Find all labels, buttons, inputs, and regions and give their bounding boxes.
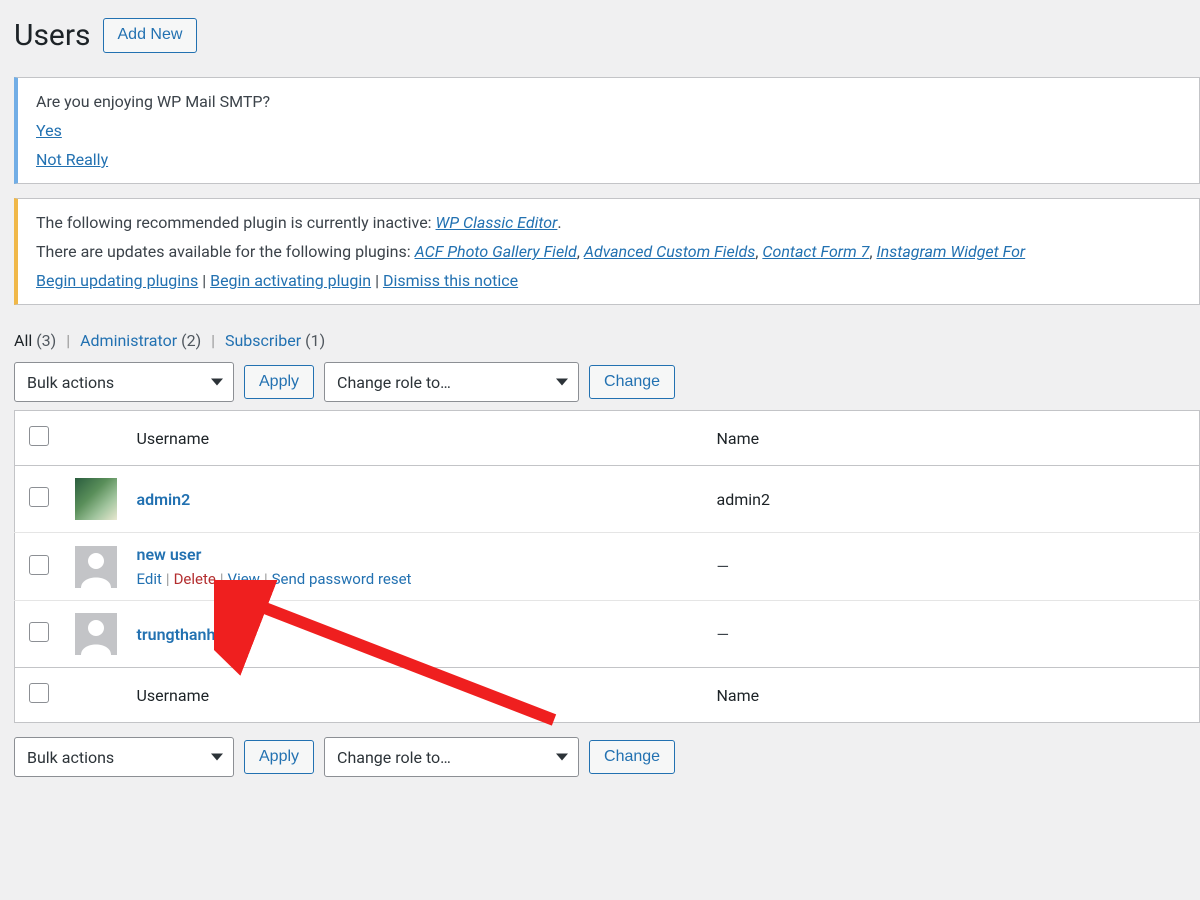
change-role-select[interactable]: Change role to… [324, 362, 579, 402]
select-all-checkbox[interactable] [29, 426, 49, 446]
change-role-value: Change role to… [337, 373, 451, 392]
select-all-checkbox-footer[interactable] [29, 683, 49, 703]
separator: | [162, 570, 174, 588]
row-checkbox[interactable] [29, 487, 49, 507]
filter-all-count: (3) [36, 331, 56, 350]
name-cell: admin2 [707, 466, 1200, 533]
change-role-select-bottom[interactable]: Change role to… [324, 737, 579, 777]
notice-smtp: Are you enjoying WP Mail SMTP? Yes Not R… [14, 77, 1200, 184]
chevron-down-icon [211, 754, 223, 761]
avatar [75, 546, 117, 588]
person-icon [75, 546, 117, 588]
page-title: Users [14, 18, 91, 53]
send-password-reset-link[interactable]: Send password reset [272, 570, 412, 588]
separator: | [60, 331, 76, 350]
plugin-update-link[interactable]: Contact Form 7 [762, 242, 869, 261]
users-table: Username Name admin2 admin2 new user [14, 410, 1200, 723]
dismiss-notice-link[interactable]: Dismiss this notice [383, 271, 518, 290]
plugin-update-link[interactable]: ACF Photo Gallery Field [415, 242, 577, 261]
separator: | [216, 570, 228, 588]
delete-link[interactable]: Delete [174, 570, 216, 588]
bulk-actions-select[interactable]: Bulk actions [14, 362, 234, 402]
notice-smtp-yes-link[interactable]: Yes [36, 121, 62, 140]
separator: | [205, 331, 221, 350]
plugin-update-link[interactable]: Instagram Widget For [876, 242, 1025, 261]
notice-updates-prefix: There are updates available for the foll… [36, 242, 415, 261]
inactive-plugin-link[interactable]: WP Classic Editor [436, 213, 558, 232]
apply-button-bottom[interactable]: Apply [244, 740, 314, 774]
filter-admin-count: (2) [181, 331, 201, 350]
avatar [75, 613, 117, 655]
separator: | [202, 271, 210, 290]
filter-admin-link[interactable]: Administrator [80, 331, 177, 350]
change-button-bottom[interactable]: Change [589, 740, 675, 774]
avatar [75, 478, 117, 520]
separator: | [260, 570, 272, 588]
edit-link[interactable]: Edit [137, 570, 162, 588]
column-name-footer[interactable]: Name [707, 668, 1200, 723]
filter-subscriber-count: (1) [305, 331, 325, 350]
table-row: trungthanh — [15, 601, 1200, 668]
bulk-actions-value: Bulk actions [27, 748, 114, 767]
begin-activating-link[interactable]: Begin activating plugin [210, 271, 371, 290]
filter-all-label[interactable]: All [14, 331, 32, 350]
plugin-update-link[interactable]: Advanced Custom Fields [584, 242, 755, 261]
bulk-actions-value: Bulk actions [27, 373, 114, 392]
column-name[interactable]: Name [707, 411, 1200, 466]
username-link[interactable]: new user [137, 545, 202, 564]
begin-updating-link[interactable]: Begin updating plugins [36, 271, 198, 290]
notice-inactive-suffix: . [557, 213, 561, 232]
chevron-down-icon [211, 379, 223, 386]
username-link[interactable]: trungthanh [137, 625, 216, 644]
table-row: admin2 admin2 [15, 466, 1200, 533]
notice-inactive-prefix: The following recommended plugin is curr… [36, 213, 436, 232]
row-checkbox[interactable] [29, 555, 49, 575]
separator: | [375, 271, 383, 290]
table-row: new user Edit|Delete|View|Send password … [15, 533, 1200, 601]
chevron-down-icon [556, 379, 568, 386]
name-cell: — [707, 533, 1200, 601]
column-username[interactable]: Username [127, 411, 707, 466]
row-checkbox[interactable] [29, 622, 49, 642]
apply-button[interactable]: Apply [244, 365, 314, 399]
notice-plugins: The following recommended plugin is curr… [14, 198, 1200, 305]
name-cell: — [707, 601, 1200, 668]
change-role-value: Change role to… [337, 748, 451, 767]
row-actions: Edit|Delete|View|Send password reset [137, 570, 697, 588]
column-username-footer[interactable]: Username [127, 668, 707, 723]
role-filters: All (3) | Administrator (2) | Subscriber… [14, 331, 1200, 350]
filter-subscriber-link[interactable]: Subscriber [225, 331, 301, 350]
person-icon [75, 613, 117, 655]
bulk-actions-select-bottom[interactable]: Bulk actions [14, 737, 234, 777]
change-button[interactable]: Change [589, 365, 675, 399]
view-link[interactable]: View [228, 570, 260, 588]
notice-smtp-no-link[interactable]: Not Really [36, 150, 108, 169]
add-new-button[interactable]: Add New [103, 18, 198, 52]
notice-smtp-question: Are you enjoying WP Mail SMTP? [36, 92, 1181, 111]
chevron-down-icon [556, 754, 568, 761]
username-link[interactable]: admin2 [137, 490, 191, 509]
